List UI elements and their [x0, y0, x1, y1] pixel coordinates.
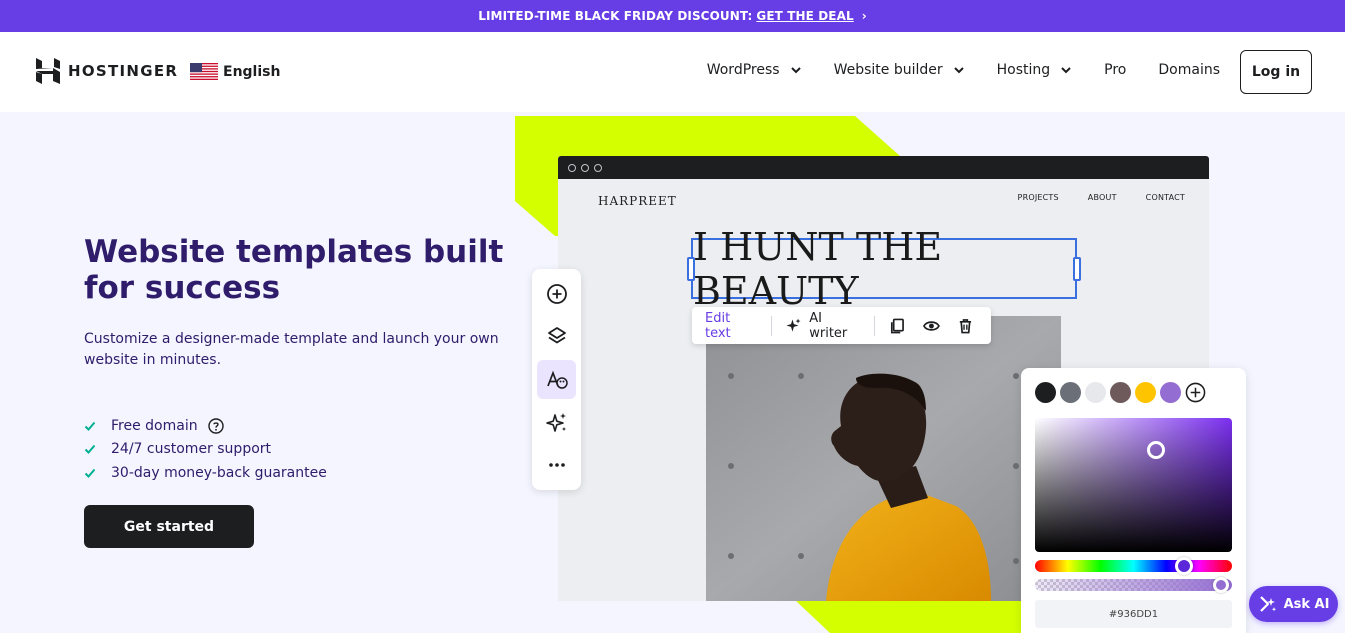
swatch-yellow[interactable]	[1135, 382, 1156, 403]
sparkle-icon	[786, 318, 802, 332]
chevron-down-icon	[953, 67, 964, 74]
template-brand: HARPREET	[598, 194, 677, 208]
template-nav-about[interactable]: ABOUT	[1088, 193, 1117, 202]
chevron-down-icon	[790, 67, 801, 74]
add-icon	[546, 283, 567, 304]
opacity-slider[interactable]	[1035, 577, 1232, 593]
more-icon	[548, 462, 565, 467]
hex-color-input[interactable]: #936DD1	[1035, 600, 1232, 628]
nav-pro-label: Pro	[1104, 62, 1127, 78]
nav-pro[interactable]: Pro	[1104, 62, 1126, 78]
edit-text-button[interactable]: Edit text	[705, 311, 757, 341]
nav-website-builder[interactable]: Website builder	[834, 62, 965, 78]
window-dot-icon	[568, 163, 576, 172]
hostinger-logo-icon	[36, 58, 60, 84]
template-headline[interactable]: I HUNT THE BEAUTY	[691, 225, 1077, 313]
ask-ai-icon	[1259, 596, 1276, 612]
trash-icon[interactable]	[957, 317, 974, 335]
color-swatches	[1035, 382, 1206, 403]
hero-subtitle: Customize a designer-made template and l…	[84, 331, 499, 368]
chevron-right-icon: ›	[861, 9, 867, 23]
window-dot-icon	[594, 163, 602, 172]
editor-side-toolbar	[532, 269, 581, 490]
lime-decoration-bottom	[795, 600, 1035, 633]
check-icon	[84, 421, 96, 431]
check-icon	[84, 445, 96, 455]
language-selector[interactable]: English	[190, 63, 280, 80]
swatch-light-gray[interactable]	[1085, 382, 1106, 403]
swatch-gray[interactable]	[1060, 382, 1081, 403]
template-nav: PROJECTS ABOUT CONTACT	[1018, 193, 1185, 202]
toolbar-divider	[770, 315, 772, 336]
get-started-button[interactable]: Get started	[84, 505, 254, 548]
layers-button[interactable]	[537, 316, 576, 355]
question-icon[interactable]	[207, 418, 224, 434]
swatch-black[interactable]	[1035, 382, 1056, 403]
ask-ai-button[interactable]: Ask AI	[1249, 586, 1338, 622]
nav-hosting-label: Hosting	[996, 62, 1051, 78]
nav-domains[interactable]: Domains	[1158, 62, 1220, 78]
hero-title: Website templates built for success	[84, 234, 504, 306]
feature-item: Free domain	[84, 414, 327, 438]
feature-label: 30-day money-back guarantee	[111, 464, 327, 481]
nav-wordpress-label: WordPress	[706, 62, 780, 78]
template-nav-projects[interactable]: PROJECTS	[1018, 193, 1059, 202]
nav-website-builder-label: Website builder	[833, 62, 943, 78]
login-button[interactable]: Log in	[1240, 50, 1312, 94]
chevron-down-icon	[1061, 67, 1071, 74]
template-hero-image	[706, 316, 1061, 601]
saturation-value-area[interactable]	[1035, 418, 1232, 552]
language-label: English	[223, 63, 281, 80]
get-deal-link[interactable]: GET THE DEAL	[756, 9, 853, 23]
color-selector-handle[interactable]	[1147, 441, 1165, 459]
feature-item: 24/7 customer support	[84, 438, 327, 462]
swatch-brown[interactable]	[1110, 382, 1131, 403]
toolbar-divider	[874, 315, 876, 336]
feature-label: 24/7 customer support	[111, 441, 272, 458]
nav-hosting[interactable]: Hosting	[997, 62, 1073, 78]
resize-handle-left[interactable]	[687, 257, 695, 281]
opacity-slider-knob[interactable]	[1213, 577, 1229, 593]
swatch-purple[interactable]	[1160, 382, 1181, 403]
ask-ai-label: Ask AI	[1283, 596, 1330, 612]
brand-name: HOSTINGER	[68, 62, 179, 80]
feature-label: Free domain	[111, 417, 198, 434]
ai-writer-button[interactable]: AI writer	[785, 311, 860, 341]
nav-wordpress[interactable]: WordPress	[707, 62, 802, 78]
template-nav-contact[interactable]: CONTACT	[1146, 193, 1185, 202]
duplicate-icon[interactable]	[889, 317, 906, 335]
nav-domains-label: Domains	[1158, 62, 1220, 78]
layers-icon	[547, 326, 566, 343]
add-element-button[interactable]	[537, 274, 576, 313]
hue-slider-knob[interactable]	[1175, 557, 1193, 575]
resize-handle-right[interactable]	[1073, 257, 1081, 281]
site-header: HOSTINGER English WordPress Website buil…	[0, 32, 1345, 112]
more-options-button[interactable]	[537, 445, 576, 484]
add-color-icon[interactable]	[1185, 382, 1206, 403]
us-flag-icon	[190, 63, 218, 80]
styles-button[interactable]	[537, 360, 576, 399]
feature-list: Free domain 24/7 customer support 30-day…	[84, 414, 327, 485]
main-nav: WordPress Website builder Hosting Pro Do…	[675, 62, 1220, 78]
style-icon	[546, 370, 568, 389]
hue-slider[interactable]	[1035, 557, 1232, 575]
text-edit-toolbar: Edit text AI writer	[692, 307, 991, 344]
eye-icon[interactable]	[923, 317, 941, 335]
ai-tools-button[interactable]	[537, 403, 576, 442]
promo-text: LIMITED-TIME BLACK FRIDAY DISCOUNT:	[478, 9, 753, 23]
ai-writer-label: AI writer	[809, 310, 848, 341]
check-icon	[84, 468, 96, 478]
window-dot-icon	[581, 163, 589, 172]
feature-item: 30-day money-back guarantee	[84, 461, 327, 485]
promo-banner: LIMITED-TIME BLACK FRIDAY DISCOUNT: GET …	[0, 0, 1345, 32]
sparkle-icon	[545, 412, 566, 432]
browser-titlebar	[558, 156, 1209, 179]
color-picker-panel: #936DD1	[1021, 368, 1246, 633]
hostinger-logo[interactable]: HOSTINGER	[36, 58, 178, 84]
